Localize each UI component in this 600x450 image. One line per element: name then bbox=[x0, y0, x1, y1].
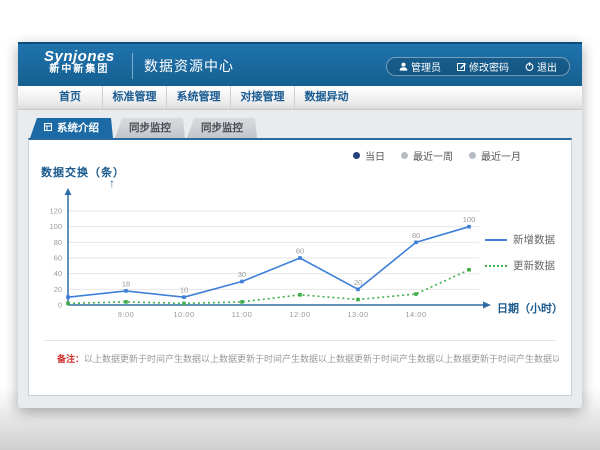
range-filter-group: 当日 最近一周 最近一月 bbox=[353, 148, 521, 163]
svg-text:13:00: 13:00 bbox=[347, 310, 368, 319]
svg-text:60: 60 bbox=[54, 254, 62, 263]
page-title: 数据资源中心 bbox=[144, 44, 234, 88]
brand-logo-text: Synjones bbox=[44, 49, 115, 65]
footnote-text: 以上数据更新于时间产生数据以上数据更新于时间产生数据以上数据更新于时间产生数据以… bbox=[84, 354, 559, 364]
user-toolbar: 管理员 修改密码 退出 bbox=[386, 57, 570, 76]
svg-text:9:00: 9:00 bbox=[118, 310, 135, 319]
legend-item-new-data[interactable]: 新增数据 bbox=[485, 232, 555, 247]
svg-text:18: 18 bbox=[122, 279, 130, 288]
nav-item-home[interactable]: 首页 bbox=[38, 86, 102, 109]
brand-logo: Synjones 新中新集团 bbox=[44, 49, 115, 75]
svg-text:100: 100 bbox=[463, 215, 476, 224]
chart-container: 0 20 40 60 80 100 120 9:00 10:00 11:00 12:00 13:00 1… bbox=[39, 186, 509, 326]
nav-item-system-mgmt[interactable]: 系统管理 bbox=[166, 86, 230, 109]
legend-item-updated-data[interactable]: 更新数据 bbox=[485, 258, 555, 273]
svg-text:10:00: 10:00 bbox=[173, 310, 194, 319]
grid-icon bbox=[44, 118, 52, 138]
chart-panel: 当日 最近一周 最近一月 数据交换（条） ↑ 0204060801001209:… bbox=[28, 138, 572, 396]
svg-text:100: 100 bbox=[49, 222, 62, 231]
tab-sync-monitor-2[interactable]: 同步监控 bbox=[187, 118, 257, 138]
header: Synjones 新中新集团 数据资源中心 管理员 修改密码 退出 bbox=[18, 42, 582, 86]
svg-text:14:00: 14:00 bbox=[405, 310, 426, 319]
footnote: 备注：以上数据更新于时间产生数据以上数据更新于时间产生数据以上数据更新于时间产生… bbox=[57, 352, 559, 365]
filter-today[interactable]: 当日 bbox=[353, 148, 385, 163]
power-icon bbox=[525, 62, 534, 71]
user-icon bbox=[399, 62, 408, 71]
header-divider bbox=[132, 53, 133, 79]
svg-text:80: 80 bbox=[412, 231, 420, 240]
radio-dot-icon bbox=[469, 152, 476, 159]
tab-sync-monitor-1[interactable]: 同步监控 bbox=[115, 118, 185, 138]
admin-user-button[interactable]: 管理员 bbox=[391, 59, 449, 74]
dotted-line-icon bbox=[485, 265, 507, 267]
content-area: 系统介绍 同步监控 同步监控 当日 最近一周 最近一月 数据交换 bbox=[18, 110, 582, 408]
tab-bar: 系统介绍 同步监控 同步监控 bbox=[30, 118, 257, 138]
line-chart: 0 20 40 60 80 100 120 9:00 10:00 11:00 12:00 13:00 1… bbox=[39, 186, 509, 326]
svg-text:120: 120 bbox=[49, 207, 62, 216]
brand-logo-subtext: 新中新集团 bbox=[44, 65, 115, 76]
svg-text:30: 30 bbox=[238, 270, 246, 279]
filter-last-month[interactable]: 最近一月 bbox=[469, 148, 521, 163]
change-password-button[interactable]: 修改密码 bbox=[449, 59, 517, 74]
nav-item-data-change[interactable]: 数据异动 bbox=[294, 86, 358, 109]
solid-line-icon bbox=[485, 239, 507, 241]
svg-text:10: 10 bbox=[180, 286, 188, 295]
radio-dot-icon bbox=[353, 152, 360, 159]
x-axis-title: 日期（小时） bbox=[497, 300, 563, 316]
radio-dot-icon bbox=[401, 152, 408, 159]
footnote-label: 备注： bbox=[57, 354, 84, 364]
svg-text:0: 0 bbox=[58, 301, 62, 310]
svg-text:12:00: 12:00 bbox=[289, 310, 310, 319]
filter-last-week[interactable]: 最近一周 bbox=[401, 148, 453, 163]
tab-system-intro[interactable]: 系统介绍 bbox=[30, 118, 113, 138]
svg-text:60: 60 bbox=[296, 247, 304, 256]
svg-text:11:00: 11:00 bbox=[232, 310, 253, 319]
svg-text:40: 40 bbox=[54, 269, 62, 278]
chart-legend: 新增数据 更新数据 bbox=[485, 232, 555, 273]
svg-text:20: 20 bbox=[354, 278, 362, 287]
svg-text:20: 20 bbox=[54, 285, 62, 294]
svg-text:80: 80 bbox=[54, 238, 62, 247]
note-divider bbox=[45, 340, 555, 341]
edit-icon bbox=[457, 62, 466, 71]
logout-button[interactable]: 退出 bbox=[517, 59, 565, 74]
nav-item-interface-mgmt[interactable]: 对接管理 bbox=[230, 86, 294, 109]
nav-item-standard-mgmt[interactable]: 标准管理 bbox=[102, 86, 166, 109]
app-window: Synjones 新中新集团 数据资源中心 管理员 修改密码 退出 首页 标准管… bbox=[18, 42, 582, 408]
main-nav: 首页 标准管理 系统管理 对接管理 数据异动 bbox=[18, 86, 582, 110]
